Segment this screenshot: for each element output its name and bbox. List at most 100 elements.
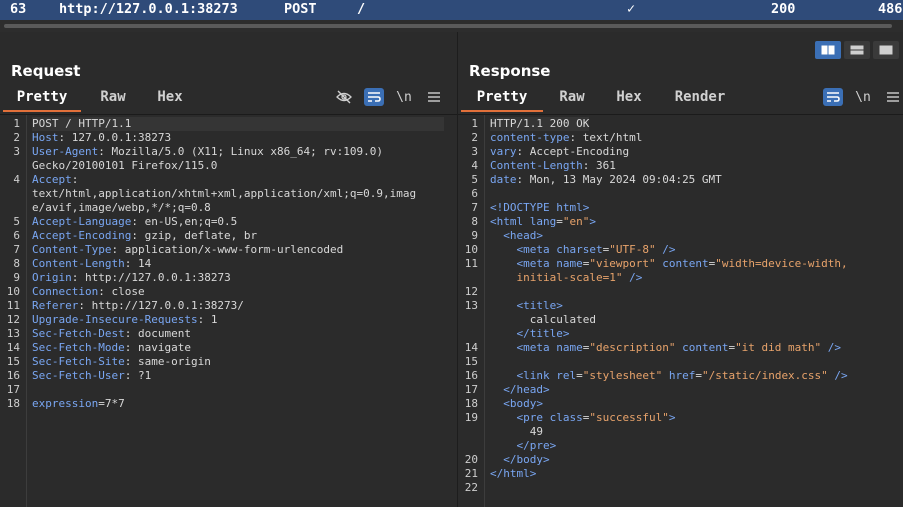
newline-toggle-icon[interactable]: \n — [394, 88, 414, 106]
code-line: 13 <title> — [458, 299, 903, 313]
code-line: 14 <meta name="description" content="it … — [458, 341, 903, 355]
code-line: 13 Sec-Fetch-Dest: document — [0, 327, 457, 341]
history-host: http://127.0.0.1:38273 — [59, 1, 238, 17]
header-value: : ?1 — [124, 369, 152, 382]
token-tag: <meta — [490, 243, 557, 256]
token-txt: : Mon, 13 May 2024 09:04:25 GMT — [516, 173, 722, 186]
header-value: : gzip, deflate, br — [131, 229, 258, 242]
response-pane: Response Pretty Raw Hex Render \n 1 HTTP/… — [458, 32, 903, 507]
line-content: <head> — [490, 229, 543, 243]
line-content: Content-Type: application/x-www-form-url… — [32, 243, 343, 257]
code-line: 7 Content-Type: application/x-www-form-ur… — [0, 243, 457, 257]
line-number: 10 — [6, 285, 20, 298]
code-line: 3 User-Agent: Mozilla/5.0 (X11; Linux x86… — [0, 145, 457, 159]
split-vertical-icon[interactable] — [844, 41, 870, 59]
line-number: 18 — [6, 397, 20, 410]
request-editor[interactable]: 1 POST / HTTP/1.1 2 Host: 127.0.0.1:38273 3 U… — [0, 114, 457, 507]
scrollbar-thumb[interactable] — [4, 24, 892, 28]
request-tab-pretty[interactable]: Pretty — [3, 88, 81, 112]
code-line: 11 Referer: http://127.0.0.1:38273/ — [0, 299, 457, 313]
token-str: initial-scale=1" — [490, 271, 623, 284]
line-content: Accept-Language: en-US,en;q=0.5 — [32, 215, 237, 229]
line-content: date: Mon, 13 May 2024 09:04:25 GMT — [490, 173, 722, 187]
token-tag: <!DOCTYPE html> — [490, 201, 590, 214]
line-content: <pre class="successful"> — [490, 411, 675, 425]
history-edited-check: ✓ — [627, 1, 636, 17]
token-tag: <pre — [490, 411, 550, 424]
history-scrollbar[interactable] — [0, 20, 903, 32]
newline-toggle-icon[interactable]: \n — [853, 88, 873, 106]
token-txt: HTTP/1.1 200 OK — [490, 117, 590, 130]
response-tab-raw[interactable]: Raw — [543, 88, 601, 110]
code-line: </pre> — [458, 439, 903, 453]
header-name: Upgrade-Insecure-Requests — [32, 313, 198, 326]
line-number: 12 — [464, 285, 478, 298]
code-line: 12 Upgrade-Insecure-Requests: 1 — [0, 313, 457, 327]
line-number: 9 — [13, 271, 20, 284]
line-number: 4 — [471, 159, 478, 172]
word-wrap-icon[interactable] — [364, 88, 384, 106]
history-length: 486 — [878, 1, 903, 17]
header-value: : — [71, 173, 85, 186]
token-txt: 49 — [490, 425, 543, 438]
response-tab-pretty[interactable]: Pretty — [461, 88, 543, 112]
token-key: Content-Length — [490, 159, 583, 172]
code-line: 22 — [458, 481, 903, 495]
header-value: : http://127.0.0.1:38273 — [71, 271, 231, 284]
line-content: <html lang="en"> — [490, 215, 596, 229]
split-horizontal-icon[interactable] — [815, 41, 841, 59]
token-str: "width=device-width, — [715, 257, 848, 270]
code-line: 5 date: Mon, 13 May 2024 09:04:25 GMT — [458, 173, 903, 187]
code-line: 1 HTTP/1.1 200 OK — [458, 117, 903, 131]
code-line: 2 content-type: text/html — [458, 131, 903, 145]
hamburger-menu-icon[interactable] — [883, 88, 903, 106]
token-tag: </body> — [490, 453, 550, 466]
response-tab-hex[interactable]: Hex — [601, 88, 657, 110]
header-name: Origin — [32, 271, 72, 284]
line-number: 4 — [13, 173, 20, 186]
response-editor[interactable]: 1 HTTP/1.1 200 OK 2 content-type: text/html… — [458, 114, 903, 507]
eye-slash-icon[interactable] — [334, 88, 354, 106]
header-name: Content-Type — [32, 243, 112, 256]
line-content: <body> — [490, 397, 543, 411]
request-toolbar: \n — [334, 87, 444, 107]
request-lines: 1 POST / HTTP/1.1 2 Host: 127.0.0.1:38273 3 U… — [0, 117, 457, 411]
token-tag: /> — [821, 341, 842, 354]
header-name: Sec-Fetch-Dest — [32, 327, 125, 340]
param-equals: = — [98, 397, 105, 410]
history-selected-row[interactable]: 63 http://127.0.0.1:38273 POST / ✓ 200 4… — [0, 0, 903, 20]
code-line: 19 <pre class="successful"> — [458, 411, 903, 425]
response-tab-render[interactable]: Render — [657, 88, 743, 110]
line-number — [458, 313, 478, 327]
request-tab-hex[interactable]: Hex — [145, 88, 195, 110]
token-txt: = — [556, 215, 563, 228]
token-str: "viewport" — [589, 257, 656, 270]
token-txt: : 361 — [582, 159, 616, 172]
request-tab-raw[interactable]: Raw — [81, 88, 145, 110]
code-line: 15 Sec-Fetch-Site: same-origin — [0, 355, 457, 369]
line-content: Host: 127.0.0.1:38273 — [32, 131, 171, 145]
token-key: href — [668, 369, 696, 382]
code-line: 6 — [458, 187, 903, 201]
code-line: 18 expression=7*7 — [0, 397, 457, 411]
hamburger-menu-icon[interactable] — [424, 88, 444, 106]
line-content: </head> — [490, 383, 549, 397]
code-line: calculated — [458, 313, 903, 327]
line-content: Accept: — [32, 173, 85, 187]
line-number: 16 — [6, 369, 20, 382]
word-wrap-icon[interactable] — [823, 88, 843, 106]
response-title: Response — [469, 62, 551, 80]
line-number — [0, 159, 20, 173]
code-line: 2 Host: 127.0.0.1:38273 — [0, 131, 457, 145]
token-tag: <meta — [490, 257, 557, 270]
code-line: 14 Sec-Fetch-Mode: navigate — [0, 341, 457, 355]
token-str: "it did math" — [735, 341, 822, 354]
token-key: name — [556, 257, 583, 270]
line-content: vary: Accept-Encoding — [490, 145, 629, 159]
line-content: Sec-Fetch-Site: same-origin — [32, 355, 211, 369]
header-value: : Mozilla/5.0 (X11; Linux x86_64; rv:109… — [98, 145, 384, 158]
token-tag: > — [668, 411, 676, 424]
layout-toggle-group — [815, 41, 899, 61]
header-name: Accept — [32, 173, 72, 186]
single-pane-icon[interactable] — [873, 41, 899, 59]
